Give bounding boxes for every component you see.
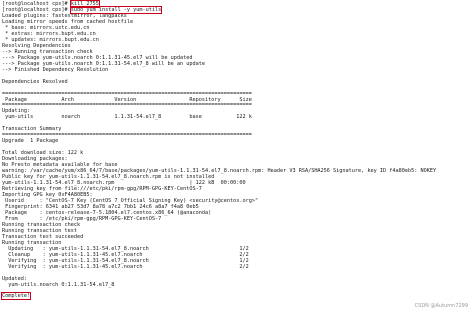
terminal-output[interactable]: [root@localhost cps]# kill 2755 [root@loc… (0, 0, 474, 312)
terminal-line: Complete! (0, 292, 474, 301)
highlighted-status: Complete! (0, 292, 32, 301)
csdn-watermark: CSDN @Autumn7299 (414, 303, 468, 309)
